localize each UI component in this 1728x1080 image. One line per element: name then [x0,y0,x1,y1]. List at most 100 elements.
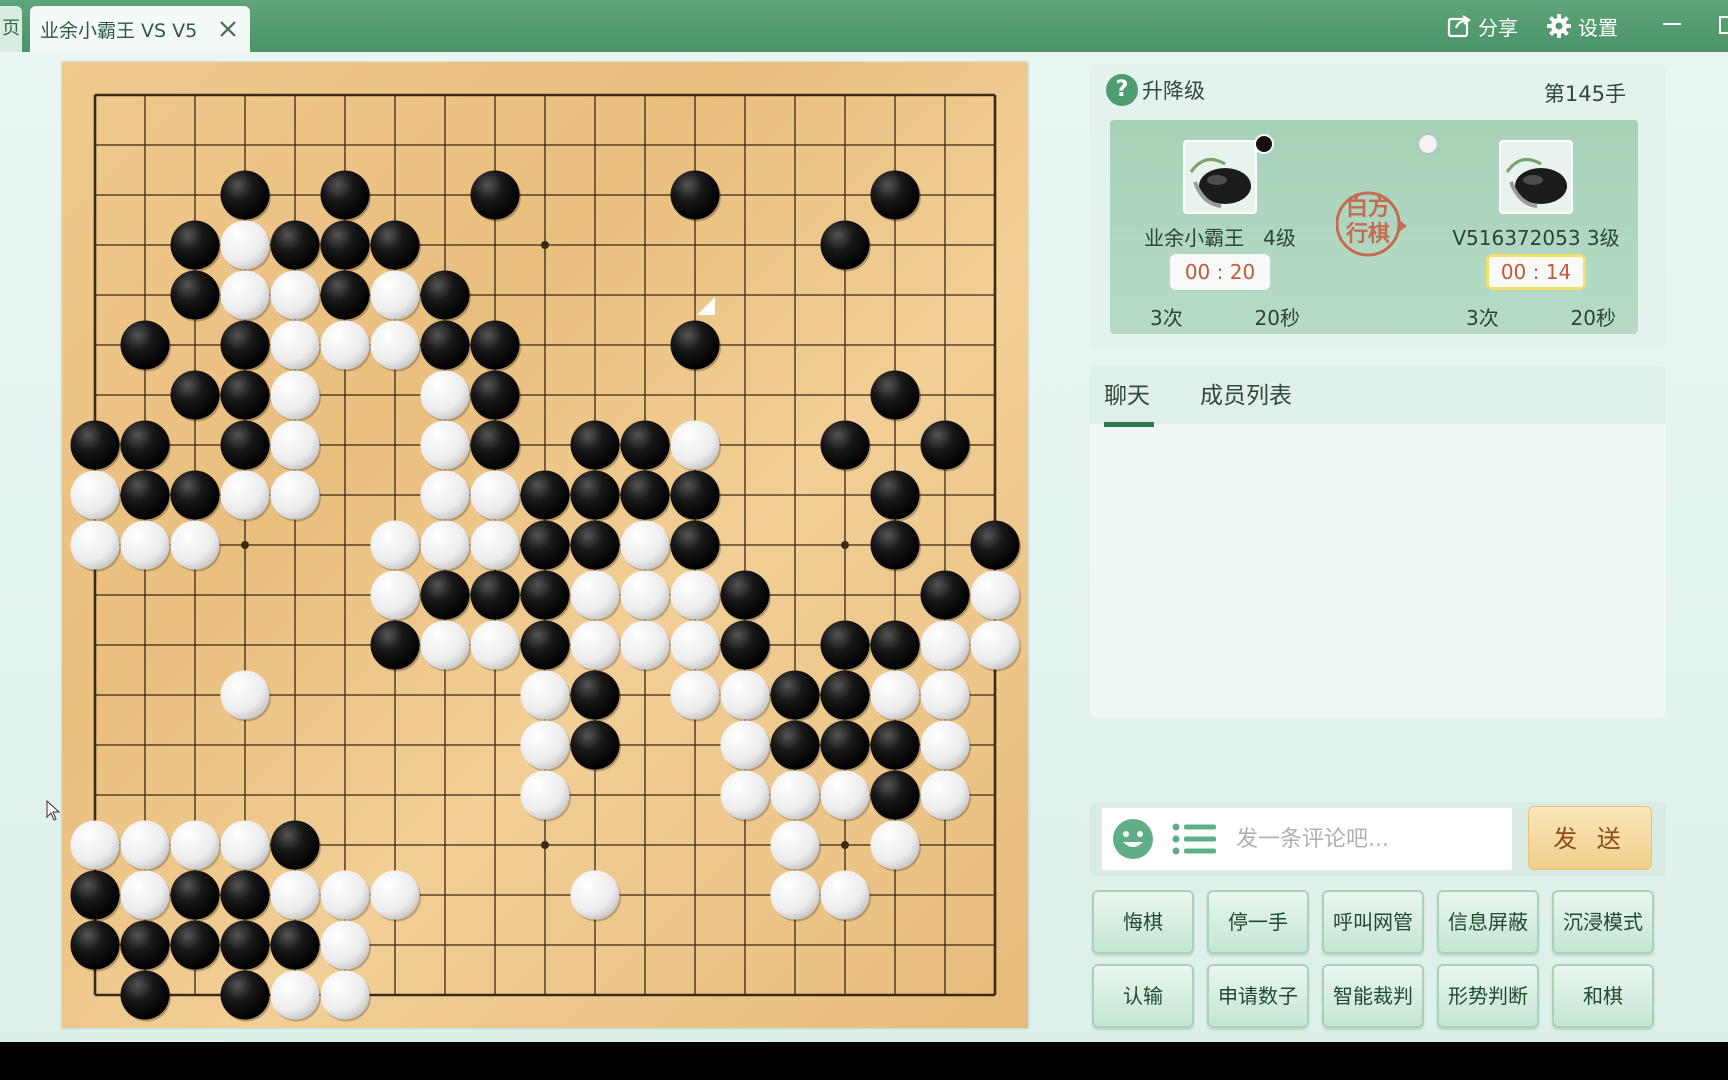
emoji-icon[interactable] [1112,818,1154,860]
black-stone [170,270,220,320]
black-stone [820,420,870,470]
white-stone [920,720,970,770]
white-stone [320,970,370,1020]
go-board[interactable] [62,62,1028,1028]
level-help[interactable]: ? 升降级 [1106,74,1205,106]
share-button[interactable]: 分享 [1446,8,1518,44]
gear-icon [1547,14,1571,38]
black-stone [570,420,620,470]
black-stone [70,920,120,970]
game-tab[interactable]: 业余小霸王 VS V5 [30,6,250,52]
white-stone [920,620,970,670]
comment-bar: 发 送 [1090,802,1666,876]
comment-input[interactable] [1236,826,1496,852]
black-stone [520,620,570,670]
block-info-button[interactable]: 信息屏蔽 [1437,890,1539,954]
white-stone [920,770,970,820]
black-stone [420,570,470,620]
white-timer: 00 : 14 [1486,254,1586,290]
star-point [541,841,549,849]
white-byo-time: 20秒 [1570,306,1616,330]
white-stone [420,520,470,570]
black-stone [220,920,270,970]
turn-text: 白方行棋 [1345,196,1390,247]
send-button[interactable]: 发 送 [1528,806,1652,870]
white-stone [820,870,870,920]
black-stone [320,220,370,270]
black-stone [320,170,370,220]
draw-button[interactable]: 和棋 [1552,964,1654,1028]
avatar[interactable] [1183,140,1257,214]
maximize-icon[interactable] [1718,14,1728,36]
tab-members[interactable]: 成员列表 [1200,376,1292,410]
white-stone [270,370,320,420]
black-stone [570,470,620,520]
black-timer: 00 : 20 [1170,254,1270,290]
white-stone [120,870,170,920]
chat-messages[interactable] [1090,424,1666,718]
last-move-marker [697,297,715,315]
black-stone [370,620,420,670]
help-icon[interactable]: ? [1106,74,1138,106]
white-stone [320,320,370,370]
white-stone [970,570,1020,620]
resign-button[interactable]: 认输 [1092,964,1194,1028]
white-stone [570,570,620,620]
white-stone [920,670,970,720]
white-stone [220,270,270,320]
white-stone [620,520,670,570]
white-stone [370,320,420,370]
white-stone [270,970,320,1020]
close-icon[interactable] [216,17,240,41]
white-stone [520,770,570,820]
white-stone [470,470,520,520]
black-player: 业余小霸王 4级 00 : 20 3次 20秒 [1110,120,1330,334]
white-stone [420,620,470,670]
black-stone [320,270,370,320]
black-stone [870,370,920,420]
black-stone [220,420,270,470]
white-stone [370,870,420,920]
black-stone [170,220,220,270]
star-point [841,841,849,849]
white-player-rank: 3级 [1586,226,1620,250]
position-judgment-button[interactable]: 形势判断 [1437,964,1539,1028]
white-stone [620,620,670,670]
black-player-name-rank: 业余小霸王 4级 [1110,222,1330,251]
taskbar [0,1042,1728,1080]
white-stone [720,670,770,720]
undo-button[interactable]: 悔棋 [1092,890,1194,954]
white-stone [70,820,120,870]
black-stone [870,170,920,220]
black-stone [370,220,420,270]
black-stone [120,920,170,970]
white-stone [220,220,270,270]
white-stone-icon [1418,134,1438,154]
ai-referee-button[interactable]: 智能裁判 [1322,964,1424,1028]
black-stone [220,170,270,220]
share-label: 分享 [1478,15,1518,40]
call-admin-button[interactable]: 呼叫网管 [1322,890,1424,954]
black-stone [620,420,670,470]
avatar[interactable] [1499,140,1573,214]
black-stone [770,670,820,720]
white-stone [70,470,120,520]
tab-chat[interactable]: 聊天 [1104,376,1154,427]
black-byo-count: 3次 [1150,306,1183,330]
black-stone [270,920,320,970]
immersive-mode-button[interactable]: 沉浸模式 [1552,890,1654,954]
minimize-icon[interactable] [1660,12,1684,36]
home-tab[interactable]: 页 [0,6,22,52]
request-count-button[interactable]: 申请数子 [1207,964,1309,1028]
white-stone [670,670,720,720]
black-stone [570,520,620,570]
white-stone [270,270,320,320]
board-canvas[interactable] [62,62,1028,1028]
white-stone [270,870,320,920]
mouse-cursor-icon [46,800,61,821]
pass-button[interactable]: 停一手 [1207,890,1309,954]
quick-phrase-list-icon[interactable] [1172,821,1216,857]
black-stone [920,570,970,620]
black-stone [670,170,720,220]
settings-button[interactable]: 设置 [1546,8,1618,44]
